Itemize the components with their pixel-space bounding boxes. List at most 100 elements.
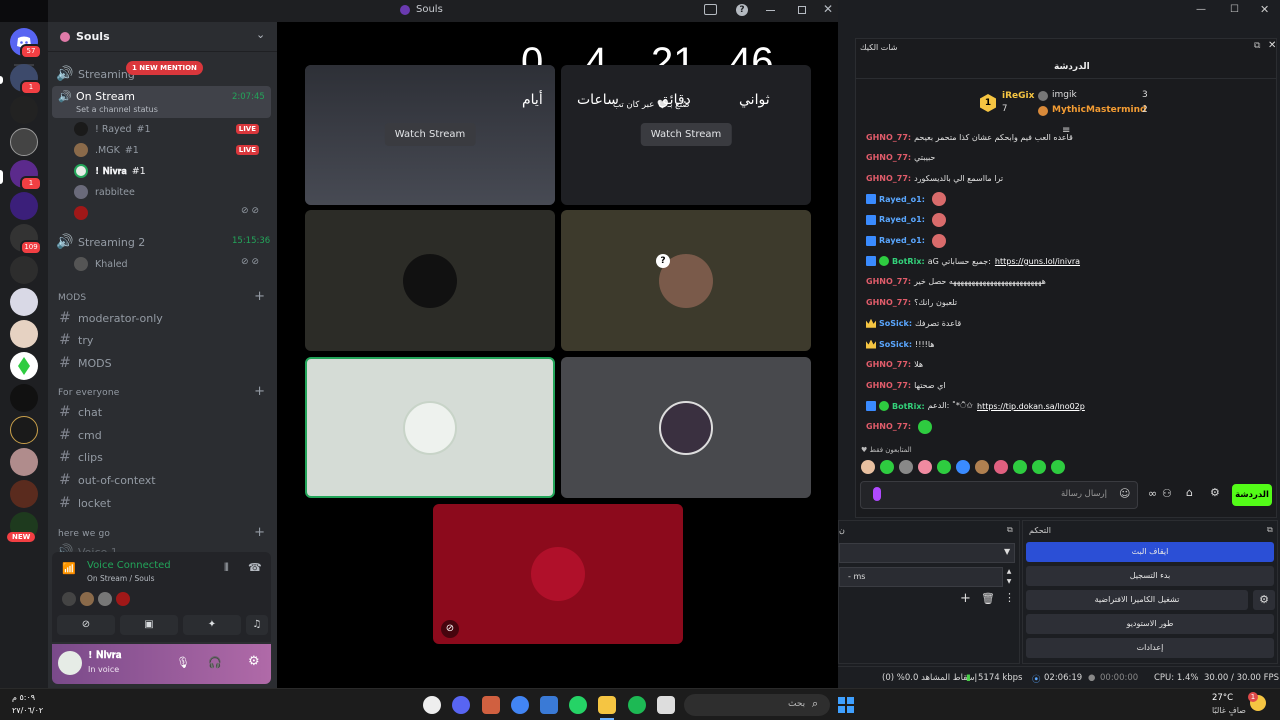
voice-user-row[interactable]: rabbitee <box>74 183 269 201</box>
taskbar-app-icon[interactable] <box>423 696 441 714</box>
chat-username[interactable]: GHNO_77: <box>866 422 911 431</box>
server-icon[interactable] <box>10 320 38 348</box>
settings-gear-icon[interactable]: ⚙ <box>248 654 260 669</box>
share-screen-button[interactable]: ▣ <box>120 615 178 635</box>
discord-taskbar-icon[interactable] <box>452 696 470 714</box>
server-icon[interactable] <box>10 192 38 220</box>
chat-username[interactable]: GHNO_77: <box>866 153 911 162</box>
trash-icon[interactable]: 🗑 <box>981 592 995 605</box>
text-channel[interactable]: # try <box>52 330 271 350</box>
emote-icon[interactable] <box>918 460 932 474</box>
voice-user-row[interactable]: ! Rayed #1 LIVE <box>74 120 269 138</box>
chat-username[interactable]: GHNO_77: <box>866 381 911 390</box>
taskbar-app-icon[interactable] <box>482 696 500 714</box>
text-channel[interactable]: # cmd <box>52 425 271 445</box>
headphones-icon[interactable]: 🎧 <box>208 656 222 669</box>
store-taskbar-icon[interactable] <box>540 696 558 714</box>
store-icon[interactable]: ⌂ <box>1186 486 1193 499</box>
server-icon[interactable] <box>10 288 38 316</box>
microphone-icon[interactable] <box>873 487 881 501</box>
server-header[interactable]: Souls ⌄ <box>48 22 277 52</box>
chat-username[interactable]: SoSick: <box>879 319 912 328</box>
undock-icon[interactable]: ⧉ <box>1007 525 1013 535</box>
text-channel[interactable]: # out-of-context <box>52 470 271 490</box>
text-channel[interactable]: # clips <box>52 447 271 467</box>
chat-username[interactable]: Rayed_o1: <box>879 236 925 245</box>
emote-icon[interactable] <box>1051 460 1065 474</box>
weather-temp[interactable]: 27°C <box>1212 693 1233 703</box>
emote-icon[interactable] <box>994 460 1008 474</box>
voice-channel-streaming-2[interactable]: 🔊 Streaming 2 15:15:36 <box>52 232 271 252</box>
emote-icon[interactable] <box>880 460 894 474</box>
maximize-icon[interactable] <box>798 6 806 14</box>
chat-username[interactable]: GHNO_77: <box>866 277 911 286</box>
server-icon[interactable]: 109 <box>10 224 42 255</box>
task-view-icon[interactable] <box>657 696 675 714</box>
message-input[interactable]: إرسال رسالة ☺ <box>860 481 1138 509</box>
studio-mode-button[interactable]: طور الاستوديو <box>1026 614 1274 634</box>
start-menu-icon[interactable] <box>838 697 854 713</box>
participant-tile-speaking[interactable] <box>305 357 555 498</box>
disconnect-icon[interactable]: ☎ <box>248 561 262 574</box>
server-icon[interactable]: 1 <box>10 64 42 95</box>
watch-stream-button[interactable]: Watch Stream <box>384 123 476 146</box>
server-icon[interactable] <box>10 448 38 476</box>
emote-icon[interactable] <box>975 460 989 474</box>
voice-user-row[interactable]: Khaled ⊘ ⊘ <box>74 255 269 273</box>
text-channel[interactable]: # locket <box>52 493 271 513</box>
server-icon[interactable] <box>10 480 38 508</box>
infinity-icon[interactable]: ∞ <box>1148 487 1157 500</box>
scene-select[interactable]: ▼ <box>839 543 1015 563</box>
activities-button[interactable]: ✦ <box>183 615 241 635</box>
file-explorer-taskbar-icon[interactable] <box>598 696 616 714</box>
microphone-icon[interactable]: 🎙 <box>176 656 190 669</box>
voice-user-row[interactable]: ⊘ ⊘ <box>74 204 269 222</box>
settings-gear-icon[interactable]: ⚙ <box>1210 486 1220 499</box>
minimize-icon[interactable]: — <box>1196 4 1206 15</box>
chrome-taskbar-icon[interactable] <box>511 696 529 714</box>
participant-tile[interactable]: ? <box>561 210 811 351</box>
chat-username[interactable]: BotRix: <box>892 402 925 411</box>
virtual-camera-settings-icon[interactable]: ⚙ <box>1253 590 1275 610</box>
start-recording-button[interactable]: بدء التسجيل <box>1026 566 1274 586</box>
stream-tile[interactable]: صُنع بـ🤍 عبر كان تب Watch Stream <box>561 65 811 205</box>
stream-tile[interactable]: Watch Stream <box>305 65 555 205</box>
chat-username[interactable]: GHNO_77: <box>866 174 911 183</box>
help-icon[interactable]: ? <box>736 4 748 16</box>
chat-send-button[interactable]: الدردشة <box>1232 484 1272 506</box>
participant-tile[interactable] <box>305 210 555 351</box>
inbox-icon[interactable] <box>704 4 717 15</box>
category-here-we-go[interactable]: here we go <box>58 529 110 539</box>
settings-button[interactable]: إعدادات <box>1026 638 1274 658</box>
chat-username[interactable]: Rayed_o1: <box>879 195 925 204</box>
undock-icon[interactable]: ⧉ <box>1267 525 1273 535</box>
whatsapp-taskbar-icon[interactable] <box>569 696 587 714</box>
add-channel-icon[interactable]: + <box>254 525 265 540</box>
category-mods[interactable]: MODS <box>58 293 86 303</box>
users-icon[interactable]: ⚇ <box>1162 487 1172 500</box>
stepper-icon[interactable]: ▲ ▼ <box>1003 567 1015 587</box>
stop-stream-button[interactable]: ايقاف البث <box>1026 542 1274 562</box>
server-icon[interactable] <box>10 384 38 412</box>
maximize-icon[interactable]: ☐ <box>1230 4 1239 15</box>
text-channel[interactable]: # MODS <box>52 353 271 373</box>
close-icon[interactable]: ✕ <box>823 2 833 16</box>
chat-username[interactable]: Rayed_o1: <box>879 215 925 224</box>
souls-server-icon[interactable]: 1 <box>10 160 42 191</box>
source-input[interactable]: - ms <box>839 567 1003 587</box>
clock-date[interactable]: ٢٧/٠٦/٠٢ <box>12 706 43 715</box>
participant-tile[interactable]: ⊘ <box>433 504 683 644</box>
virtual-camera-button[interactable]: تشغيل الكاميرا الافتراضية <box>1026 590 1248 610</box>
set-status-link[interactable]: Set a channel status <box>76 105 158 114</box>
emote-icon[interactable] <box>956 460 970 474</box>
server-icon[interactable] <box>10 96 38 124</box>
voice-user-row[interactable]: .MGK #1 LIVE <box>74 141 269 159</box>
undock-icon[interactable]: ⧉ <box>1254 41 1260 51</box>
clock-time[interactable]: ٥:٠٩ م <box>12 693 35 702</box>
discord-home-icon[interactable]: 57 <box>10 28 42 59</box>
server-icon[interactable] <box>10 416 38 444</box>
emoji-icon[interactable]: ☺ <box>1119 487 1130 500</box>
add-channel-icon[interactable]: + <box>254 289 265 304</box>
chat-username[interactable]: SoSick: <box>879 340 912 349</box>
server-icon[interactable] <box>10 256 38 284</box>
